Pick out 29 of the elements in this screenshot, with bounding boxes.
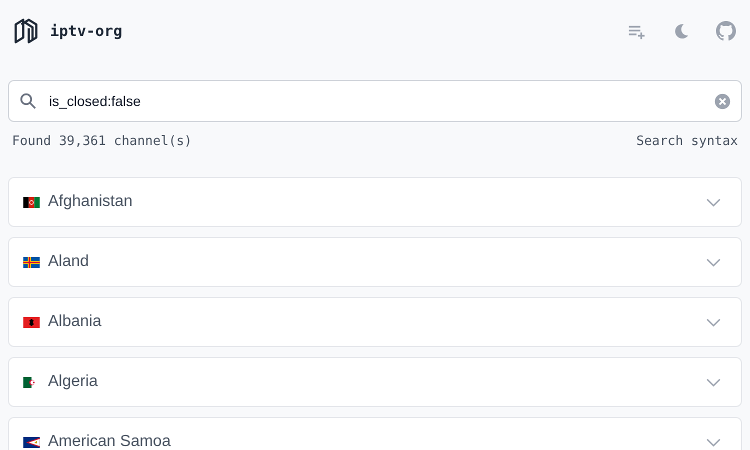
country-row[interactable]: Aland <box>8 237 742 287</box>
flag-icon <box>23 196 40 208</box>
flag-icon <box>23 256 40 268</box>
moon-icon[interactable] <box>672 22 690 40</box>
flag-icon <box>23 436 40 448</box>
clear-icon[interactable] <box>714 92 731 110</box>
github-icon[interactable] <box>716 21 736 41</box>
search-icon <box>19 92 37 110</box>
site-title[interactable]: iptv-org <box>50 22 122 40</box>
logo-icon[interactable] <box>12 17 40 45</box>
chevron-icon[interactable] <box>706 198 721 206</box>
country-name: Algeria <box>48 373 99 391</box>
chevron-icon[interactable] <box>706 258 721 266</box>
chevron-icon[interactable] <box>706 318 721 326</box>
country-row[interactable]: Afghanistan <box>8 177 742 227</box>
search-bar[interactable]: is_closed:false <box>8 80 742 122</box>
search-syntax-link[interactable]: Search syntax <box>636 134 738 154</box>
chevron-icon[interactable] <box>706 378 721 386</box>
country-name: Albania <box>48 313 102 331</box>
result-count: Found 39,361 channel(s) <box>12 134 192 151</box>
search-input[interactable]: is_closed:false <box>49 93 702 109</box>
flag-icon <box>23 316 40 328</box>
country-name: Afghanistan <box>48 193 134 211</box>
chevron-icon[interactable] <box>706 438 721 446</box>
country-row[interactable]: Albania <box>8 297 742 347</box>
country-name: Aland <box>48 253 90 271</box>
country-name: American Samoa <box>48 433 172 450</box>
country-row[interactable]: Algeria <box>8 357 742 407</box>
country-row[interactable]: American Samoa <box>8 417 742 450</box>
